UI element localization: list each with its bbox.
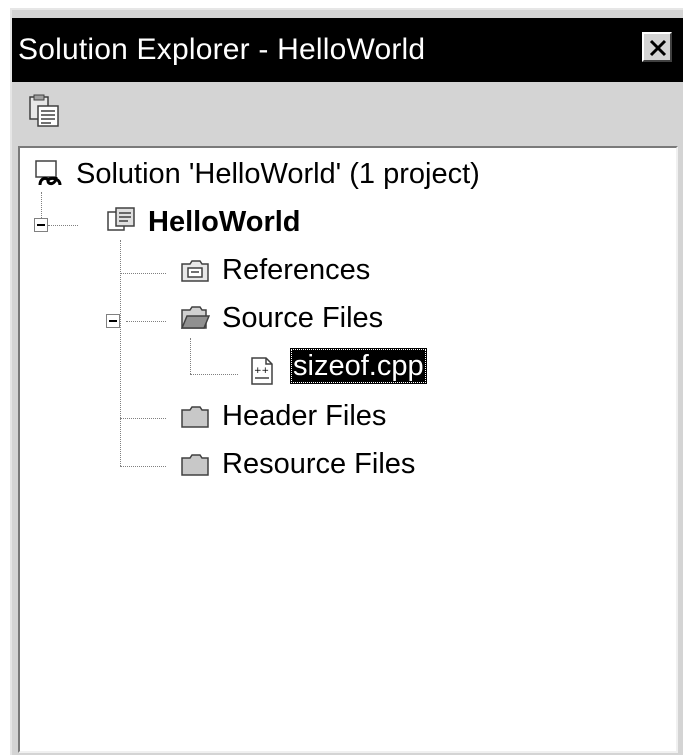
source-file-label: sizeof.cpp: [290, 348, 427, 384]
references-label: References: [222, 254, 371, 286]
source-files-expander[interactable]: [106, 314, 120, 328]
project-label: HelloWorld: [148, 206, 301, 238]
project-icon: [107, 207, 135, 231]
title-bar[interactable]: Solution Explorer - HelloWorld: [12, 18, 683, 82]
folder-icon: [181, 454, 209, 476]
header-files-label: Header Files: [222, 400, 387, 432]
references-folder-icon: [181, 260, 209, 282]
toolbar: [12, 82, 683, 144]
cpp-file-icon: ++: [251, 357, 273, 385]
tree-connector: [120, 273, 166, 274]
folder-icon: [181, 406, 209, 428]
close-icon: [649, 39, 667, 57]
window-title: Solution Explorer - HelloWorld: [18, 33, 426, 66]
tree-connector: [190, 338, 191, 374]
tree-connector: [41, 192, 42, 218]
solution-tree[interactable]: Solution 'HelloWorld' (1 project) HelloW…: [18, 146, 678, 753]
open-folder-icon: [180, 306, 210, 329]
svg-text:++: ++: [254, 366, 269, 376]
properties-icon: [29, 94, 59, 127]
tree-connector: [120, 466, 166, 467]
properties-button[interactable]: [26, 94, 62, 130]
solution-explorer-panel: Solution Explorer - HelloWorld Solution …: [10, 8, 683, 755]
solution-label: Solution 'HelloWorld' (1 project): [76, 158, 480, 190]
tree-connector: [48, 225, 78, 226]
solution-icon: [35, 160, 62, 186]
tree-connector: [126, 321, 166, 322]
tree-connector: [190, 374, 238, 375]
close-button[interactable]: [642, 32, 672, 62]
source-files-label: Source Files: [222, 302, 384, 334]
tree-connector: [120, 418, 166, 419]
project-expander[interactable]: [34, 218, 48, 232]
resource-files-label: Resource Files: [222, 448, 416, 480]
